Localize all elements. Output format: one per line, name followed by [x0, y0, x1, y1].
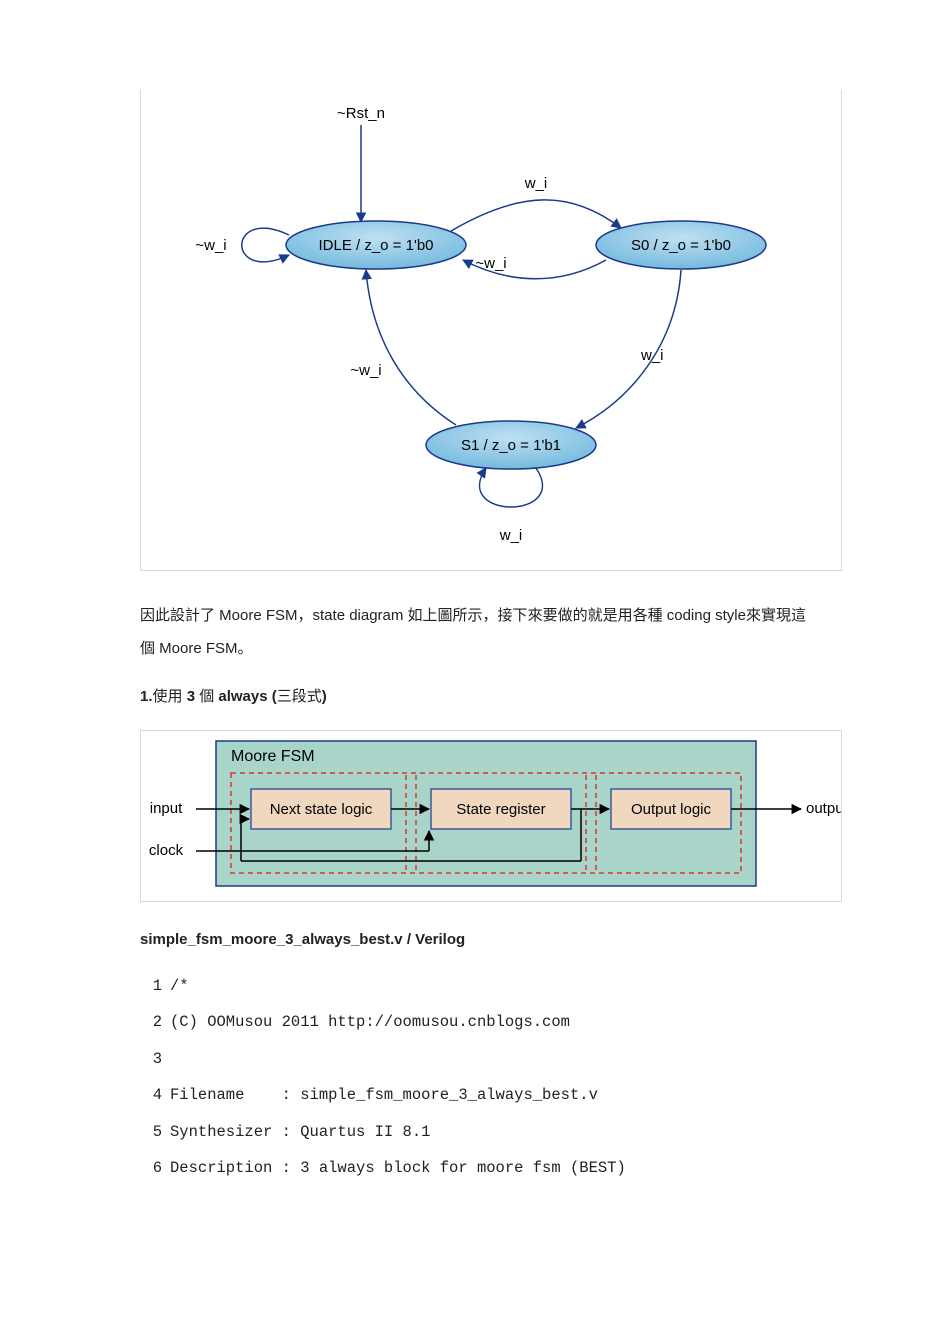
- block-label-output: output: [806, 800, 841, 817]
- edge-label-s1-to-idle: ~w_i: [350, 362, 381, 379]
- code-block: 1 /* 2 (C) OOMusou 2011 http://oomusou.cnb…: [140, 968, 810, 1187]
- code-line: 1 /*: [140, 968, 810, 1004]
- state-diagram-svg: ~Rst_n IDLE / z_o = 1'b0 S0 / z_o = 1'b0…: [141, 90, 841, 570]
- block-label-input: input: [150, 800, 183, 817]
- edge-label-s0-to-idle: ~w_i: [475, 255, 506, 272]
- heading-always-open: always (: [218, 688, 276, 705]
- line-number: 3: [140, 1041, 162, 1077]
- code-line: 3: [140, 1041, 810, 1077]
- heading-three: 3: [187, 688, 195, 705]
- code-text: Synthesizer : Quartus II 8.1: [170, 1123, 430, 1141]
- line-number: 2: [140, 1004, 162, 1040]
- heading-text-1: 使用: [153, 688, 187, 705]
- code-line: 2 (C) OOMusou 2011 http://oomusou.cnblogs…: [140, 1004, 810, 1040]
- code-text: /*: [170, 977, 189, 995]
- block-label-next-state: Next state logic: [270, 801, 373, 818]
- reset-label: ~Rst_n: [337, 105, 385, 122]
- line-number: 5: [140, 1114, 162, 1150]
- code-text: Filename : simple_fsm_moore_3_always_bes…: [170, 1086, 598, 1104]
- code-text: Description : 3 always block for moore f…: [170, 1159, 626, 1177]
- line-number: 1: [140, 968, 162, 1004]
- code-line: 5 Synthesizer : Quartus II 8.1: [140, 1114, 810, 1150]
- edge-label-idle-self: ~w_i: [195, 237, 226, 254]
- edge-label-s1-self: w_i: [499, 527, 523, 544]
- block-label-state-register: State register: [456, 801, 545, 818]
- block-diagram-figure: Moore FSM Next state logic State registe…: [140, 730, 842, 902]
- line-number: 6: [140, 1150, 162, 1186]
- edge-label-idle-to-s0: w_i: [524, 175, 548, 192]
- line-number: 4: [140, 1077, 162, 1113]
- block-diagram-title: Moore FSM: [231, 748, 315, 765]
- code-text: (C) OOMusou 2011 http://oomusou.cnblogs.…: [170, 1013, 570, 1031]
- heading-text-2: 個: [195, 688, 218, 705]
- edge-label-s0-to-s1: w_i: [640, 347, 664, 364]
- heading-sanduan: 三段式: [277, 688, 322, 705]
- state-label-s1: S1 / z_o = 1'b1: [461, 437, 561, 454]
- code-line: 4 Filename : simple_fsm_moore_3_always_be…: [140, 1077, 810, 1113]
- document-page: ~Rst_n IDLE / z_o = 1'b0 S0 / z_o = 1'b0…: [0, 0, 950, 1247]
- heading-prefix: 1.: [140, 688, 153, 705]
- section-heading-1: 1.使用 3 個 always (三段式): [140, 683, 810, 712]
- heading-close: ): [322, 688, 327, 705]
- state-diagram-figure: ~Rst_n IDLE / z_o = 1'b0 S0 / z_o = 1'b0…: [140, 90, 842, 571]
- block-label-output-logic: Output logic: [631, 801, 712, 818]
- state-label-idle: IDLE / z_o = 1'b0: [318, 237, 433, 254]
- block-diagram-svg: Moore FSM Next state logic State registe…: [141, 731, 841, 901]
- block-label-clock: clock: [149, 842, 184, 859]
- code-line: 6 Description : 3 always block for moore …: [140, 1150, 810, 1186]
- state-label-s0: S0 / z_o = 1'b0: [631, 237, 731, 254]
- code-filename-heading: simple_fsm_moore_3_always_best.v / Veril…: [140, 926, 810, 955]
- body-paragraph: 因此設計了 Moore FSM，state diagram 如上圖所示，接下來要…: [140, 599, 810, 665]
